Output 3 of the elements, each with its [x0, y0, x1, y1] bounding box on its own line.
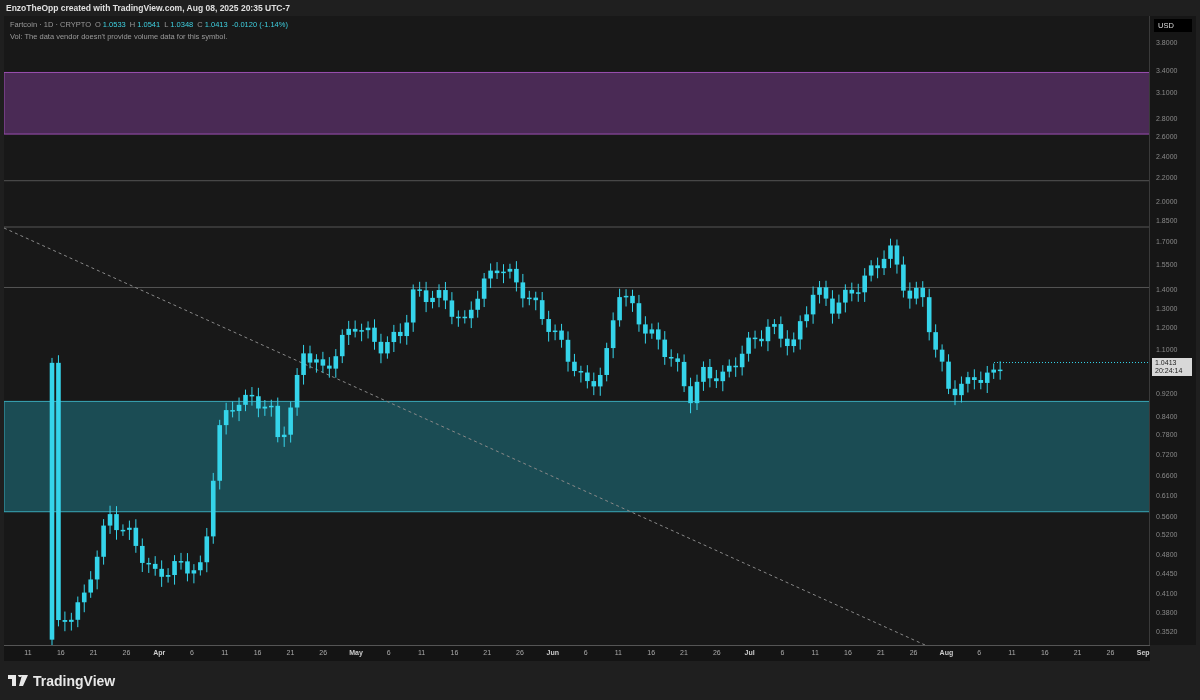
logo-icon [8, 675, 28, 686]
brand-name: TradingView [33, 672, 116, 689]
author-caption: EnzoTheOpp created with TradingView.com, Aug 08, 2025 20:35 UTC-7 [6, 3, 291, 13]
